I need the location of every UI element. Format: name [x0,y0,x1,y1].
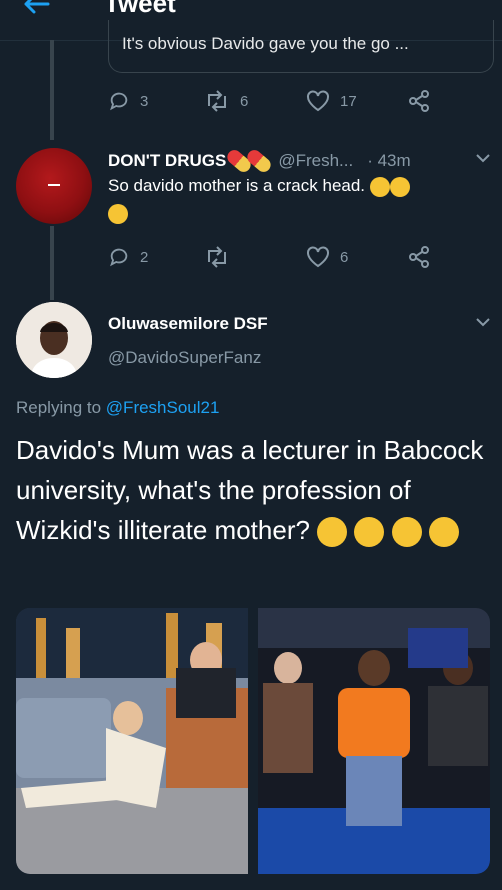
reply-icon [110,92,128,111]
tweet-photo-left[interactable] [16,608,248,874]
courtside-photo [258,608,490,874]
arrow-left-icon[interactable] [22,0,50,16]
share-icon [409,246,429,268]
replying-to-link[interactable]: @FreshSoul21 [106,398,220,417]
timestamp: · 43m [367,151,411,170]
thread-line [50,40,54,140]
author-name[interactable]: Oluwasemilore DSF [108,314,268,334]
retweet-count: 6 [240,92,249,110]
like-count: 17 [340,92,357,110]
quoted-tweet-text: It's obvious Davido gave you the go ... [122,34,409,53]
reply-action[interactable]: 3 [108,90,148,112]
reply-action[interactable]: 2 [108,246,148,268]
page-title: Tweet [104,0,176,18]
heart-icon [307,246,329,268]
author-handle: @Fresh... [278,151,354,170]
thread-line [50,226,54,300]
replying-to-line: Replying to @FreshSoul21 [16,398,219,418]
laughing-emoji-icon [369,176,390,197]
thinking-emoji-icon [428,517,459,548]
thinking-emoji-icon [354,517,385,548]
avatar[interactable] [16,302,92,378]
reply-tweet-text: So davido mother is a crack head. [108,176,366,195]
pill-emoji-icon [244,147,274,175]
talk-show-photo [16,608,248,874]
replying-prefix: Replying to [16,398,102,417]
share-action[interactable] [408,246,430,268]
like-action[interactable]: 6 [306,246,348,268]
share-icon [409,90,429,112]
thinking-emoji-icon [317,517,348,548]
share-action[interactable] [408,90,430,112]
laughing-emoji-icon [108,204,128,224]
reply-count: 3 [140,92,149,110]
retweet-icon [208,90,226,112]
main-tweet-body: Davido's Mum was a lecturer in Babcock u… [16,430,496,550]
reply-tweet-body: So davido mother is a crack head. [108,176,410,197]
thinking-emoji-icon [391,517,422,548]
retweet-icon [208,246,226,268]
laughing-emoji-icon [389,176,410,197]
reply-count: 2 [140,248,149,266]
tweet-photo-right[interactable] [258,608,490,874]
like-action[interactable]: 17 [306,90,357,112]
retweet-action[interactable]: 6 [204,90,248,112]
reply-icon [110,248,128,267]
reply-tweet-header: DON'T DRUGS @Fresh... · 43m [108,147,411,175]
chevron-down-icon[interactable] [476,318,490,328]
author-handle[interactable]: @DavidoSuperFanz [108,348,261,368]
avatar[interactable] [16,148,92,224]
chevron-down-icon[interactable] [476,154,490,164]
heart-icon [307,90,329,112]
user-photo [16,302,92,378]
retweet-action[interactable] [204,246,240,268]
author-name[interactable]: DON'T DRUGS [108,151,226,171]
like-count: 6 [340,248,349,266]
